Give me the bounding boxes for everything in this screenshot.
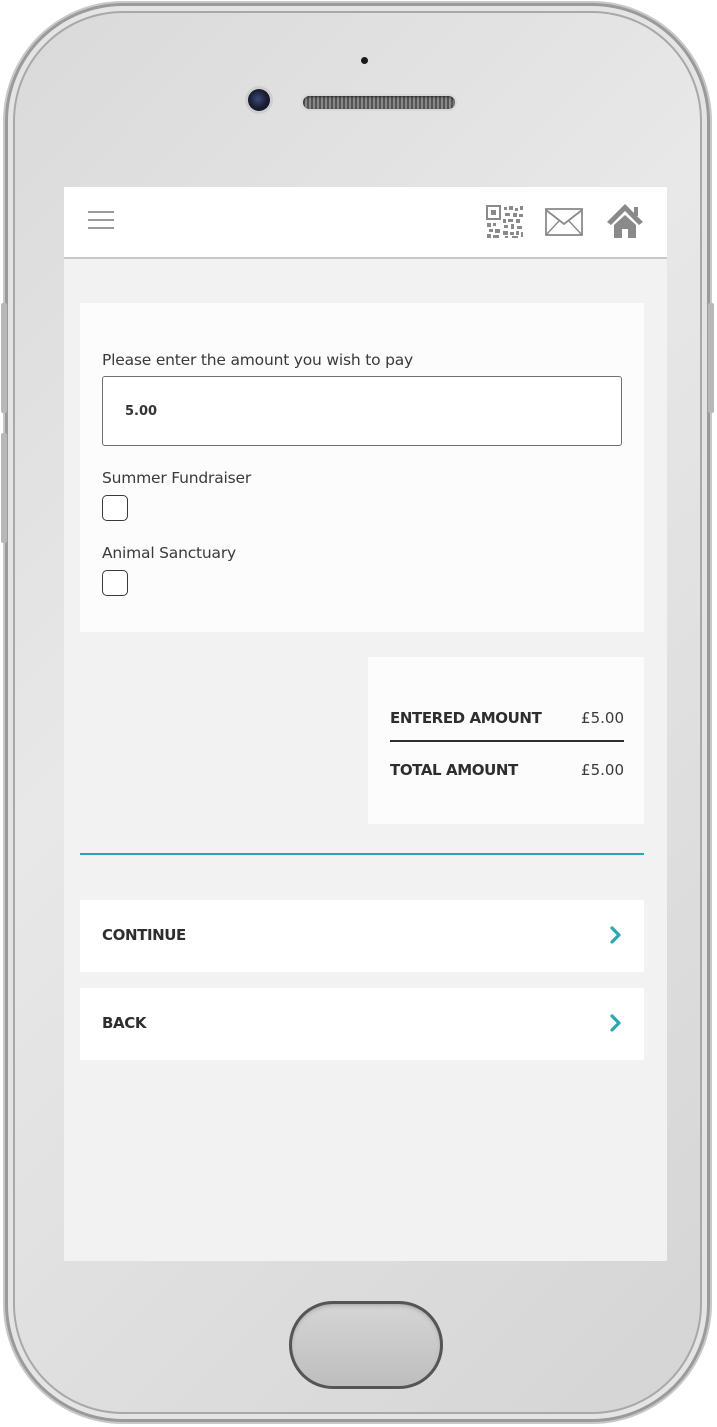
- totals-divider: [390, 740, 624, 742]
- front-camera: [248, 89, 270, 111]
- section-divider: [80, 853, 644, 855]
- summer-fundraiser-checkbox[interactable]: [102, 495, 128, 521]
- side-button-left-lower: [1, 433, 7, 543]
- totals-summary-card: ENTERED AMOUNT £5.00 TOTAL AMOUNT £5.00: [368, 657, 644, 824]
- proximity-sensor: [361, 57, 368, 64]
- envelope-icon[interactable]: [545, 208, 583, 236]
- app-screen: Please enter the amount you wish to pay …: [64, 187, 667, 1261]
- continue-label: CONTINUE: [102, 926, 186, 944]
- continue-button[interactable]: CONTINUE: [80, 900, 644, 972]
- animal-sanctuary-checkbox[interactable]: [102, 570, 128, 596]
- hamburger-menu-icon[interactable]: [88, 211, 114, 231]
- top-bar: [64, 187, 667, 259]
- option-label-animal-sanctuary: Animal Sanctuary: [102, 544, 236, 562]
- entered-amount-label: ENTERED AMOUNT: [390, 709, 542, 727]
- entered-amount-value: £5.00: [581, 709, 624, 727]
- side-button-right: [708, 303, 714, 413]
- phone-frame: Please enter the amount you wish to pay …: [1, 3, 714, 1422]
- side-button-left: [1, 303, 7, 413]
- total-amount-label: TOTAL AMOUNT: [390, 761, 518, 779]
- option-label-summer-fundraiser: Summer Fundraiser: [102, 469, 252, 487]
- amount-label: Please enter the amount you wish to pay: [102, 351, 414, 369]
- amount-input[interactable]: [102, 376, 622, 446]
- total-amount-value: £5.00: [581, 761, 624, 779]
- chevron-right-icon: [610, 1014, 621, 1032]
- chevron-right-icon: [610, 926, 621, 944]
- back-label: BACK: [102, 1014, 147, 1032]
- payment-form-card: Please enter the amount you wish to pay …: [80, 303, 644, 632]
- back-button[interactable]: BACK: [80, 988, 644, 1060]
- device-home-button[interactable]: [289, 1301, 443, 1389]
- qr-code-icon[interactable]: [486, 205, 524, 239]
- home-icon[interactable]: [605, 201, 645, 241]
- earpiece-speaker: [303, 96, 455, 109]
